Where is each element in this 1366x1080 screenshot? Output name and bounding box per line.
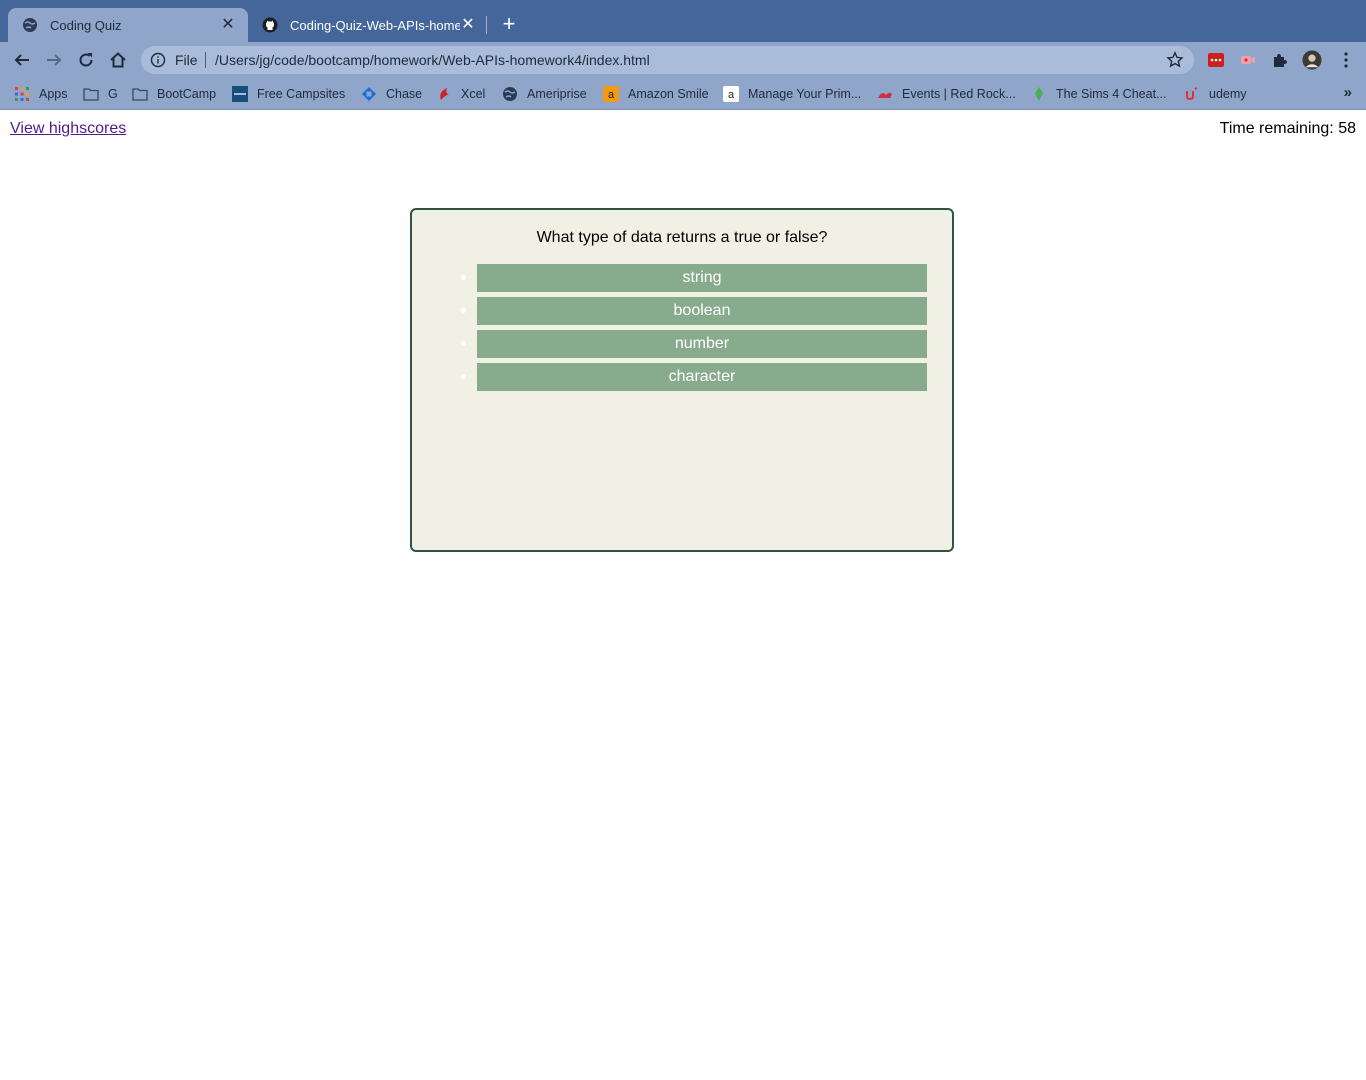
- bookmark-sims-cheats[interactable]: The Sims 4 Cheat...: [1031, 85, 1166, 103]
- sims-icon: [1031, 86, 1047, 102]
- bookmark-chase[interactable]: Chase: [361, 85, 422, 103]
- browser-menu-icon[interactable]: [1336, 50, 1356, 70]
- quiz-card: What type of data returns a true or fals…: [410, 208, 954, 552]
- puzzle-extensions-icon[interactable]: [1270, 50, 1290, 70]
- amazon-icon: a: [723, 86, 739, 102]
- bullet-icon: [461, 374, 466, 379]
- browser-toolbar: File /Users/jg/code/bootcamp/homework/We…: [0, 42, 1366, 78]
- answer-button-boolean[interactable]: boolean: [477, 297, 927, 325]
- bullet-icon: [461, 275, 466, 280]
- globe-icon: [502, 86, 518, 102]
- amazon-icon: a: [603, 86, 619, 102]
- answer-choices: string boolean number character: [459, 264, 929, 396]
- forward-arrow-icon[interactable]: [42, 48, 66, 72]
- bookmark-label: Free Campsites: [257, 87, 346, 101]
- folder-icon: [83, 86, 99, 102]
- bookmark-folder-bootcamp[interactable]: BootCamp: [132, 85, 216, 103]
- answer-choice: character: [459, 363, 929, 391]
- back-arrow-icon[interactable]: [10, 48, 34, 72]
- chase-icon: [361, 86, 377, 102]
- tab-github-repo[interactable]: Coding-Quiz-Web-APIs-homework4 ✕: [248, 8, 488, 42]
- github-icon: [262, 17, 278, 33]
- lastpass-extension-icon[interactable]: [1206, 50, 1226, 70]
- tab-coding-quiz[interactable]: Coding Quiz ✕: [8, 8, 248, 42]
- svg-text:a: a: [728, 89, 735, 101]
- campsites-icon: [232, 86, 248, 102]
- bookmark-apps[interactable]: Apps: [14, 85, 68, 103]
- bookmark-folder-g[interactable]: G: [83, 85, 118, 103]
- bookmark-label: G: [108, 87, 118, 101]
- globe-icon: [22, 17, 38, 33]
- tab-title: Coding Quiz: [50, 17, 122, 33]
- bookmark-xcel[interactable]: Xcel: [436, 85, 485, 103]
- xcel-icon: [436, 86, 452, 102]
- time-remaining: Time remaining: 58: [1220, 120, 1356, 138]
- bullet-icon: [461, 341, 466, 346]
- bookmark-star-icon[interactable]: [1166, 51, 1184, 74]
- bullet-icon: [461, 308, 466, 313]
- bookmarks-overflow-chevron-icon[interactable]: »: [1344, 84, 1352, 101]
- bookmark-label: BootCamp: [157, 87, 217, 101]
- redrocks-icon: [877, 86, 893, 102]
- bookmark-free-campsites[interactable]: Free Campsites: [232, 85, 345, 103]
- bookmark-manage-prime[interactable]: a Manage Your Prim...: [723, 85, 861, 103]
- svg-text:a: a: [608, 89, 615, 101]
- folder-icon: [132, 86, 148, 102]
- answer-choice: string: [459, 264, 929, 292]
- tab-title: Coding-Quiz-Web-APIs-homework4: [290, 17, 460, 33]
- answer-button-string[interactable]: string: [477, 264, 927, 292]
- bookmark-label: Apps: [39, 87, 68, 101]
- answer-button-character[interactable]: character: [477, 363, 927, 391]
- profile-avatar-icon[interactable]: [1302, 50, 1322, 70]
- reload-icon[interactable]: [74, 48, 98, 72]
- info-icon[interactable]: [150, 52, 166, 73]
- close-tab-icon[interactable]: ✕: [460, 17, 476, 33]
- bookmark-label: udemy: [1209, 87, 1247, 101]
- apps-grid-icon: [14, 86, 30, 102]
- close-tab-icon[interactable]: ✕: [220, 17, 236, 33]
- bookmark-label: Chase: [386, 87, 423, 101]
- bookmark-label: Xcel: [461, 87, 486, 101]
- answer-choice: boolean: [459, 297, 929, 325]
- answer-button-number[interactable]: number: [477, 330, 927, 358]
- url-text[interactable]: /Users/jg/code/bootcamp/homework/Web-API…: [215, 52, 650, 68]
- home-icon[interactable]: [106, 48, 130, 72]
- timer-label: Time remaining:: [1219, 120, 1339, 137]
- bookmark-amazon-smile[interactable]: a Amazon Smile: [603, 85, 709, 103]
- address-bar[interactable]: File /Users/jg/code/bootcamp/homework/We…: [141, 46, 1194, 74]
- bookmark-ameriprise[interactable]: Ameriprise: [502, 85, 587, 103]
- view-highscores-link[interactable]: View highscores: [10, 120, 126, 138]
- tab-divider: [486, 16, 487, 34]
- udemy-icon: [1184, 86, 1200, 102]
- timer-value: 58: [1338, 120, 1356, 137]
- bookmark-udemy[interactable]: udemy: [1184, 85, 1247, 103]
- bookmark-red-rocks[interactable]: Events | Red Rock...: [877, 85, 1016, 103]
- browser-tab-strip: Coding Quiz ✕ Coding-Quiz-Web-APIs-homew…: [0, 0, 1366, 42]
- address-divider: [205, 52, 206, 68]
- page-content: View highscores Time remaining: 58 What …: [0, 111, 1366, 1080]
- bookmarks-bar: Apps G BootCamp Free Campsites Chase Xce…: [0, 78, 1366, 110]
- video-extension-icon[interactable]: [1238, 50, 1258, 70]
- bookmark-label: Manage Your Prim...: [748, 87, 862, 101]
- bookmark-label: Events | Red Rock...: [902, 87, 1016, 101]
- scheme-label: File: [175, 52, 198, 68]
- question-text: What type of data returns a true or fals…: [536, 229, 828, 246]
- new-tab-plus-icon[interactable]: +: [497, 13, 521, 37]
- answer-choice: number: [459, 330, 929, 358]
- bookmark-label: Amazon Smile: [628, 87, 709, 101]
- bookmark-label: Ameriprise: [527, 87, 587, 101]
- bookmark-label: The Sims 4 Cheat...: [1056, 87, 1167, 101]
